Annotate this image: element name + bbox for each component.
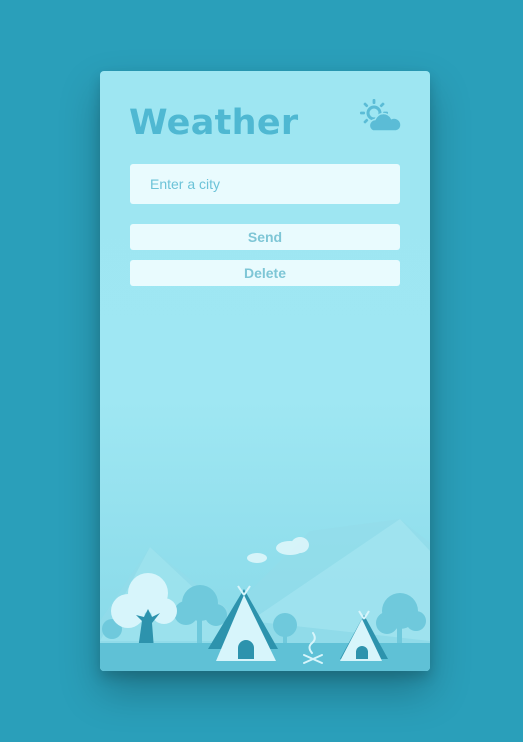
delete-button[interactable]: Delete [130, 260, 400, 286]
send-button[interactable]: Send [130, 224, 400, 250]
city-input[interactable] [130, 164, 400, 204]
weather-card: Weather Send Delete [100, 71, 430, 671]
camping-landscape-illustration [100, 519, 430, 671]
app-title: Weather [129, 103, 299, 143]
sun-cloud-icon [360, 99, 402, 132]
